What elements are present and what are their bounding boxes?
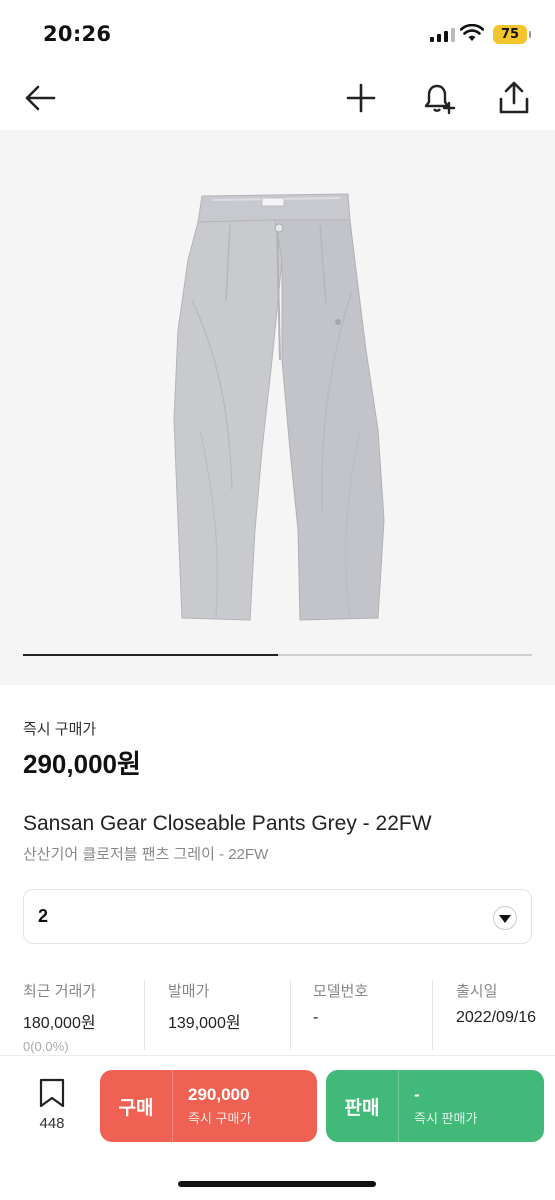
- share-button[interactable]: [492, 76, 536, 120]
- release-date: 출시일 2022/09/16: [456, 980, 536, 1050]
- model-number: 모델번호 -: [313, 980, 368, 1050]
- release-price: 발매가 139,000원: [168, 980, 241, 1050]
- wifi-icon: [460, 24, 484, 41]
- wishlist-button[interactable]: 448: [28, 1078, 76, 1134]
- image-progress-fill: [23, 654, 278, 656]
- sell-info: - 즉시 판매가: [399, 1085, 477, 1127]
- back-arrow-icon: [25, 85, 56, 111]
- buy-label: 구매: [118, 1097, 154, 1119]
- info-label: 모델번호: [313, 983, 369, 1000]
- status-time: 20:26: [43, 22, 112, 46]
- wishlist-count: 448: [39, 1115, 65, 1132]
- back-button[interactable]: [18, 76, 62, 120]
- add-button[interactable]: [339, 76, 383, 120]
- sell-button[interactable]: 판매 - 즉시 판매가: [326, 1070, 544, 1142]
- buy-button[interactable]: 구매 290,000 즉시 구매가: [100, 1070, 317, 1142]
- product-title-en: Sansan Gear Closeable Pants Grey - 22FW: [23, 812, 432, 835]
- product-image-pants: [173, 193, 385, 621]
- product-info-row: 최근 거래가 180,000원 0(0.0%) 발매가 139,000원 모델번…: [0, 980, 555, 1054]
- size-value: 2: [38, 906, 49, 926]
- info-label: 발매가: [168, 983, 210, 1000]
- sell-label: 판매: [344, 1097, 380, 1119]
- product-image-carousel[interactable]: [0, 130, 555, 685]
- info-divider: [290, 980, 291, 1050]
- home-indicator: [178, 1181, 376, 1187]
- info-label: 출시일: [456, 983, 498, 1000]
- plus-icon: [346, 83, 376, 113]
- info-label: 최근 거래가: [23, 983, 97, 1000]
- status-bar: 20:26 75: [0, 0, 555, 66]
- size-select[interactable]: 2: [23, 889, 532, 944]
- info-value: -: [313, 1009, 319, 1026]
- bell-plus-icon: [424, 84, 456, 115]
- sell-sub-label: 즉시 판매가: [414, 1111, 478, 1126]
- instant-buy-price: 290,000원: [23, 749, 141, 779]
- info-change: 0(0.0%): [23, 1039, 69, 1054]
- bookmark-icon: [39, 1078, 65, 1108]
- product-title-ko: 산산기어 클로저블 팬츠 그레이 - 22FW: [23, 846, 269, 863]
- buy-sub-label: 즉시 구매가: [188, 1111, 252, 1126]
- sell-price: -: [414, 1085, 420, 1104]
- buy-price: 290,000: [188, 1085, 250, 1104]
- recent-trade-price: 최근 거래가 180,000원 0(0.0%): [23, 980, 97, 1054]
- battery-icon: 75: [493, 25, 531, 44]
- cellular-signal-icon: [430, 28, 455, 42]
- info-value: 139,000원: [168, 1015, 241, 1032]
- alert-button[interactable]: [417, 76, 461, 120]
- dropdown-arrow-icon: [493, 906, 517, 930]
- instant-buy-price-label: 즉시 구매가: [23, 721, 97, 738]
- nav-bar: [0, 66, 555, 130]
- buy-info: 290,000 즉시 구매가: [173, 1085, 251, 1127]
- info-divider: [144, 980, 145, 1050]
- share-icon: [499, 81, 529, 114]
- info-value: 180,000원: [23, 1015, 96, 1032]
- info-value: 2022/09/16: [456, 1009, 537, 1026]
- info-divider: [432, 980, 433, 1050]
- image-progress-bar: [23, 654, 532, 656]
- bottom-divider: [0, 1055, 555, 1056]
